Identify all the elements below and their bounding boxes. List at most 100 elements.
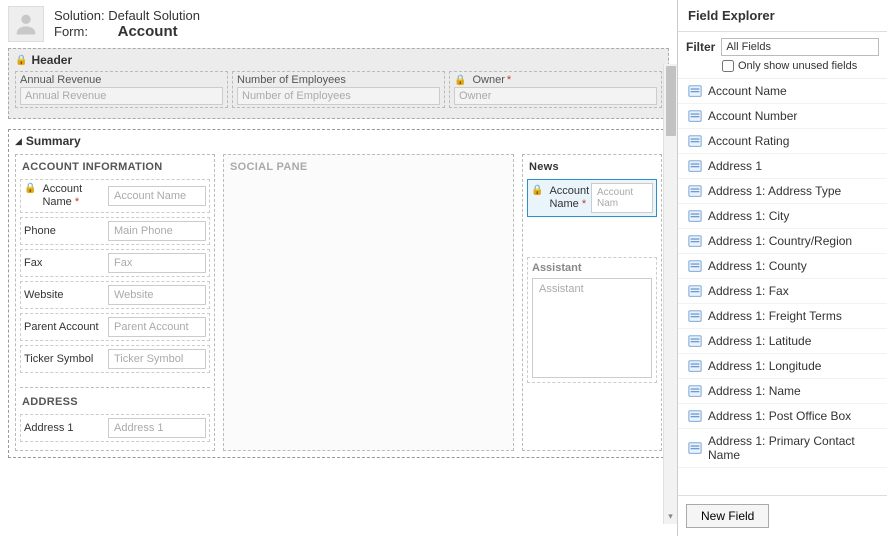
field-icon — [688, 209, 702, 223]
assistant-section[interactable]: Assistant Assistant — [527, 257, 657, 383]
field-item-label: Address 1: Latitude — [708, 334, 811, 348]
field-list-item[interactable]: Account Name — [678, 79, 887, 104]
field-icon — [688, 384, 702, 398]
field-list-item[interactable]: Address 1: County — [678, 254, 887, 279]
field-list-item[interactable]: Account Rating — [678, 129, 887, 154]
field-list-item[interactable]: Address 1: City — [678, 204, 887, 229]
unused-fields-checkbox[interactable] — [722, 60, 734, 72]
column-middle[interactable]: SOCIAL PANE — [223, 154, 514, 451]
field-list-item[interactable]: Account Number — [678, 104, 887, 129]
title-block: Solution: Default Solution Form: Account — [54, 8, 200, 40]
field-list-item[interactable]: Address 1: Freight Terms — [678, 304, 887, 329]
required-star: * — [507, 74, 511, 86]
field-account-name[interactable]: 🔒 Account Name * Account Name — [20, 179, 210, 213]
field-item-label: Address 1: Fax — [708, 284, 789, 298]
social-pane-title: SOCIAL PANE — [228, 159, 509, 179]
field-explorer-title: Field Explorer — [678, 0, 887, 32]
field-icon — [688, 309, 702, 323]
assistant-box[interactable]: Assistant — [532, 278, 652, 378]
field-icon — [688, 334, 702, 348]
field-item-label: Address 1: City — [708, 209, 789, 223]
filter-select[interactable]: All Fields — [721, 38, 879, 56]
form-canvas: Solution: Default Solution Form: Account… — [0, 0, 677, 536]
field-item-label: Address 1: Address Type — [708, 184, 841, 198]
required-star: * — [75, 196, 79, 208]
field-item-label: Account Name — [708, 84, 787, 98]
caret-down-icon: ◢ — [15, 136, 22, 147]
field-list-item[interactable]: Address 1: Fax — [678, 279, 887, 304]
field-icon — [688, 184, 702, 198]
new-field-button[interactable]: New Field — [686, 504, 769, 528]
header-section-title: Header — [31, 53, 72, 67]
form-label: Form: — [54, 24, 114, 39]
header-input[interactable]: Annual Revenue — [20, 87, 223, 105]
field-list-item[interactable]: Address 1: Primary Contact Name — [678, 429, 887, 468]
field-explorer: Field Explorer Filter All Fields Only sh… — [677, 0, 887, 536]
field-item-label: Account Rating — [708, 134, 789, 148]
field-phone[interactable]: Phone Main Phone — [20, 217, 210, 245]
scrollbar[interactable]: ▾ — [663, 64, 677, 524]
field-list-item[interactable]: Address 1: Name — [678, 379, 887, 404]
field-icon — [688, 109, 702, 123]
field-item-label: Address 1: Post Office Box — [708, 409, 851, 423]
field-list-item[interactable]: Address 1: Country/Region — [678, 229, 887, 254]
field-icon — [688, 359, 702, 373]
unused-fields-label: Only show unused fields — [738, 60, 857, 72]
header-field-annual-revenue[interactable]: Annual Revenue Annual Revenue — [15, 71, 228, 108]
form-header: Solution: Default Solution Form: Account — [8, 6, 669, 42]
field-item-label: Address 1: Country/Region — [708, 234, 852, 248]
summary-tab[interactable]: ◢ Summary ACCOUNT INFORMATION 🔒 Account … — [8, 129, 669, 458]
header-field-employees[interactable]: Number of Employees Number of Employees — [232, 71, 445, 108]
field-item-label: Address 1: Primary Contact Name — [708, 434, 877, 462]
field-icon — [688, 259, 702, 273]
field-icon — [688, 284, 702, 298]
field-item-label: Address 1: Freight Terms — [708, 309, 842, 323]
address-title: ADDRESS — [20, 394, 210, 414]
field-item-label: Account Number — [708, 109, 797, 123]
lock-icon: 🔒 — [24, 183, 36, 195]
field-item-label: Address 1: Name — [708, 384, 801, 398]
entity-avatar — [8, 6, 44, 42]
column-left[interactable]: ACCOUNT INFORMATION 🔒 Account Name * Acc… — [15, 154, 215, 451]
filter-label: Filter — [686, 40, 715, 54]
field-list-item[interactable]: Address 1: Post Office Box — [678, 404, 887, 429]
column-right[interactable]: News 🔒 Account Name * Account Nam — [522, 154, 662, 451]
field-item-label: Address 1 — [708, 159, 762, 173]
field-item-label: Address 1: Longitude — [708, 359, 821, 373]
address-section[interactable]: ADDRESS Address 1 Address 1 — [20, 387, 210, 442]
field-icon — [688, 441, 702, 455]
lock-icon: 🔒 — [15, 55, 27, 66]
news-field-account-name[interactable]: 🔒 Account Name * Account Nam — [527, 179, 657, 217]
account-info-title: ACCOUNT INFORMATION — [20, 159, 210, 179]
field-address1[interactable]: Address 1 Address 1 — [20, 414, 210, 442]
field-list-item[interactable]: Address 1: Address Type — [678, 179, 887, 204]
field-list: Account Name Account Number Account Rating… — [678, 79, 887, 495]
header-input[interactable]: Owner — [454, 87, 657, 105]
required-star: * — [582, 198, 586, 210]
lock-icon: 🔒 — [531, 185, 543, 197]
header-section[interactable]: 🔒 Header Annual Revenue Annual Revenue N… — [8, 48, 669, 119]
field-list-item[interactable]: Address 1: Latitude — [678, 329, 887, 354]
scroll-thumb[interactable] — [666, 66, 676, 136]
field-list-item[interactable]: Address 1: Longitude — [678, 354, 887, 379]
form-name: Account — [118, 23, 178, 40]
lock-icon: 🔒 — [454, 75, 466, 86]
field-icon — [688, 234, 702, 248]
field-icon — [688, 409, 702, 423]
field-website[interactable]: Website Website — [20, 281, 210, 309]
field-fax[interactable]: Fax Fax — [20, 249, 210, 277]
field-item-label: Address 1: County — [708, 259, 807, 273]
field-parent-account[interactable]: Parent Account Parent Account — [20, 313, 210, 341]
scroll-down-icon[interactable]: ▾ — [664, 509, 677, 524]
solution-label: Solution: — [54, 8, 105, 23]
canvas: 🔒 Header Annual Revenue Annual Revenue N… — [8, 48, 669, 458]
field-list-item[interactable]: Address 1 — [678, 154, 887, 179]
field-icon — [688, 134, 702, 148]
news-title: News — [527, 159, 657, 179]
field-icon — [688, 84, 702, 98]
field-icon — [688, 159, 702, 173]
field-ticker-symbol[interactable]: Ticker Symbol Ticker Symbol — [20, 345, 210, 373]
solution-name: Default Solution — [108, 8, 200, 23]
header-field-owner[interactable]: 🔒 Owner * Owner — [449, 71, 662, 108]
header-input[interactable]: Number of Employees — [237, 87, 440, 105]
